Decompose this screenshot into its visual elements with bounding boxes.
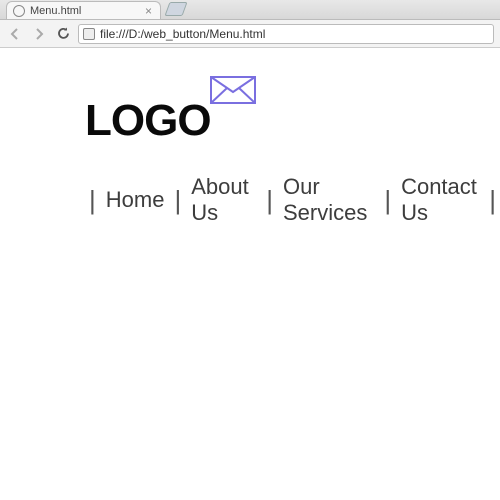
menu-item-home[interactable]: Home	[100, 187, 171, 213]
reload-button[interactable]	[54, 25, 72, 43]
menu-separator: |	[380, 185, 395, 216]
menu-separator: |	[485, 185, 500, 216]
menu-separator: |	[170, 185, 185, 216]
browser-toolbar: file:///D:/web_button/Menu.html	[0, 20, 500, 48]
menu-item-about[interactable]: About Us	[185, 174, 262, 226]
menu-item-contact[interactable]: Contact Us	[395, 174, 485, 226]
menu-separator: |	[262, 185, 277, 216]
menu-item-services[interactable]: Our Services	[277, 174, 380, 226]
menu-separator: |	[85, 185, 100, 216]
tab-title: Menu.html	[30, 5, 141, 17]
back-button[interactable]	[6, 25, 24, 43]
main-menu: | Home | About Us | Our Services | Conta…	[85, 174, 500, 226]
page-content: LOGO | Home | About Us | Our Services | …	[0, 48, 500, 226]
browser-tab[interactable]: Menu.html ×	[6, 1, 161, 19]
tab-close-icon[interactable]: ×	[145, 4, 152, 18]
page-icon	[83, 28, 95, 40]
new-tab-button[interactable]	[164, 2, 187, 16]
forward-button[interactable]	[30, 25, 48, 43]
address-bar[interactable]: file:///D:/web_button/Menu.html	[78, 24, 494, 44]
browser-tab-strip: Menu.html ×	[0, 0, 500, 20]
url-text: file:///D:/web_button/Menu.html	[100, 27, 265, 41]
logo-text: LOGO	[85, 96, 211, 146]
envelope-icon	[210, 76, 256, 109]
logo-area: LOGO	[85, 78, 211, 146]
tab-favicon	[13, 5, 25, 17]
